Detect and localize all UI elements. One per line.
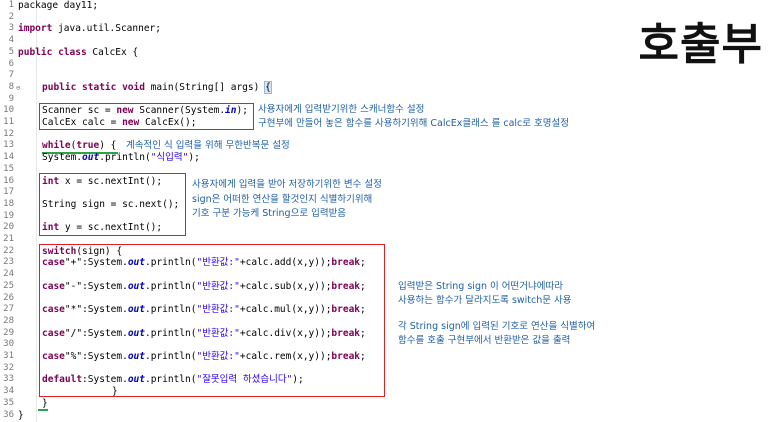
line-number: 1 — [8, 0, 14, 10]
line-number: 33 — [3, 374, 14, 385]
line-number: 30 — [3, 339, 14, 350]
system-ref: System. — [42, 152, 83, 164]
line-number: 9 — [8, 93, 14, 104]
matching-brace-highlight: { — [264, 80, 272, 94]
line-number: 15 — [3, 163, 14, 174]
code-line-13: while(true) { — [42, 140, 116, 152]
line-number: 24 — [3, 269, 14, 280]
import-keyword: import — [18, 23, 53, 35]
statement-end: ); — [188, 152, 200, 164]
class-declaration: CalcEx { — [86, 46, 139, 58]
code-line-1: package day11; — [18, 0, 98, 12]
switch-highlight-box — [39, 244, 385, 397]
public-keyword: public — [18, 46, 53, 58]
line-number: 13 — [3, 140, 14, 151]
annotation-case-2: 함수를 호출 구현부에서 반환받은 값을 출력 — [398, 335, 571, 346]
true-keyword: true — [76, 140, 100, 152]
line-number: 25 — [3, 280, 14, 291]
code-line-14: System.out.println("식입력"); — [42, 152, 200, 164]
line-number: 34 — [3, 386, 14, 397]
line-number: 7 — [8, 70, 14, 81]
annotation-vars: 사용자에게 입력을 받아 저장하기위한 변수 설정 — [192, 179, 382, 190]
input-highlight-box — [39, 173, 186, 236]
annotation-case-1: 각 String sign에 입력된 기호로 연산을 식별하여 — [398, 321, 596, 332]
line-number: 20 — [3, 222, 14, 233]
line-number: 32 — [3, 362, 14, 373]
scanner-highlight-box — [39, 103, 254, 130]
line-number: 12 — [3, 128, 14, 139]
line-number: 11 — [3, 117, 14, 127]
line-number: 17 — [3, 187, 14, 198]
println-call: .println( — [99, 152, 151, 164]
line-number: 19 — [3, 210, 14, 221]
import-target: java.util.Scanner; — [52, 23, 161, 35]
line-number: 35 — [3, 397, 14, 408]
class-keyword: class — [58, 46, 87, 58]
package-statement: package day11; — [18, 0, 99, 11]
code-line-36: } — [18, 410, 24, 422]
line-number: 36 — [3, 409, 14, 420]
page-title: 호출부 — [638, 19, 763, 70]
fold-collapse-icon[interactable]: ⊖ — [16, 84, 20, 92]
line-number: 4 — [8, 35, 14, 46]
line-number: 18 — [3, 198, 14, 209]
brace-underline — [38, 409, 48, 411]
annotation-switch-1: 입력받은 String sign 이 어떤거냐에따라 — [398, 281, 563, 292]
annotation-calc: 구현부에 만들어 놓은 함수를 사용하기위해 CalcEx클래스 를 calc로… — [258, 118, 569, 129]
line-number: 2 — [8, 11, 14, 22]
annotation-switch-2: 사용하는 함수가 달라지도록 switch문 사용 — [398, 295, 572, 306]
line-number: 6 — [8, 58, 14, 69]
while-open: ) { — [99, 140, 117, 152]
while-close-brace: } — [42, 397, 48, 409]
line-number: 26 — [3, 292, 14, 303]
line-number: 5 — [8, 46, 14, 57]
line-number: 14 — [3, 152, 14, 163]
line-number: 3 — [8, 23, 14, 34]
class-close-brace: } — [18, 409, 24, 421]
line-number: 31 — [3, 351, 14, 361]
line-number: 28 — [3, 315, 14, 326]
code-line-3: import java.util.Scanner; — [18, 23, 161, 35]
line-number: 8 — [8, 81, 14, 92]
main-signature: main(String[] args) — [144, 81, 266, 93]
line-number: 22 — [3, 245, 14, 256]
line-number: 29 — [3, 327, 14, 338]
annotation-scanner: 사용자에게 입력받기위한 스캐너함수 설정 — [258, 104, 425, 115]
method-modifiers: public static void — [42, 81, 145, 93]
annotation-loop: 계속적인 식 입력을 위해 무한반복문 설정 — [126, 140, 290, 151]
line-number: 16 — [3, 175, 14, 186]
annotation-sign-1: sign은 어떠한 연산을 할것인지 식별하기위해 — [192, 194, 373, 205]
code-line-5: public class CalcEx { — [18, 47, 138, 59]
line-number: 10 — [3, 105, 14, 116]
annotation-sign-2: 기호 구분 가능케 String으로 입력받음 — [192, 208, 347, 219]
code-line-8: public static void main(String[] args) { — [42, 80, 272, 94]
while-keyword: while — [42, 140, 71, 152]
prompt-string: "식입력" — [150, 152, 189, 164]
out-field: out — [82, 152, 100, 164]
line-number: 27 — [3, 304, 14, 315]
code-line-35: } — [42, 398, 48, 410]
line-number: 23 — [3, 257, 14, 268]
line-number: 21 — [3, 234, 14, 244]
